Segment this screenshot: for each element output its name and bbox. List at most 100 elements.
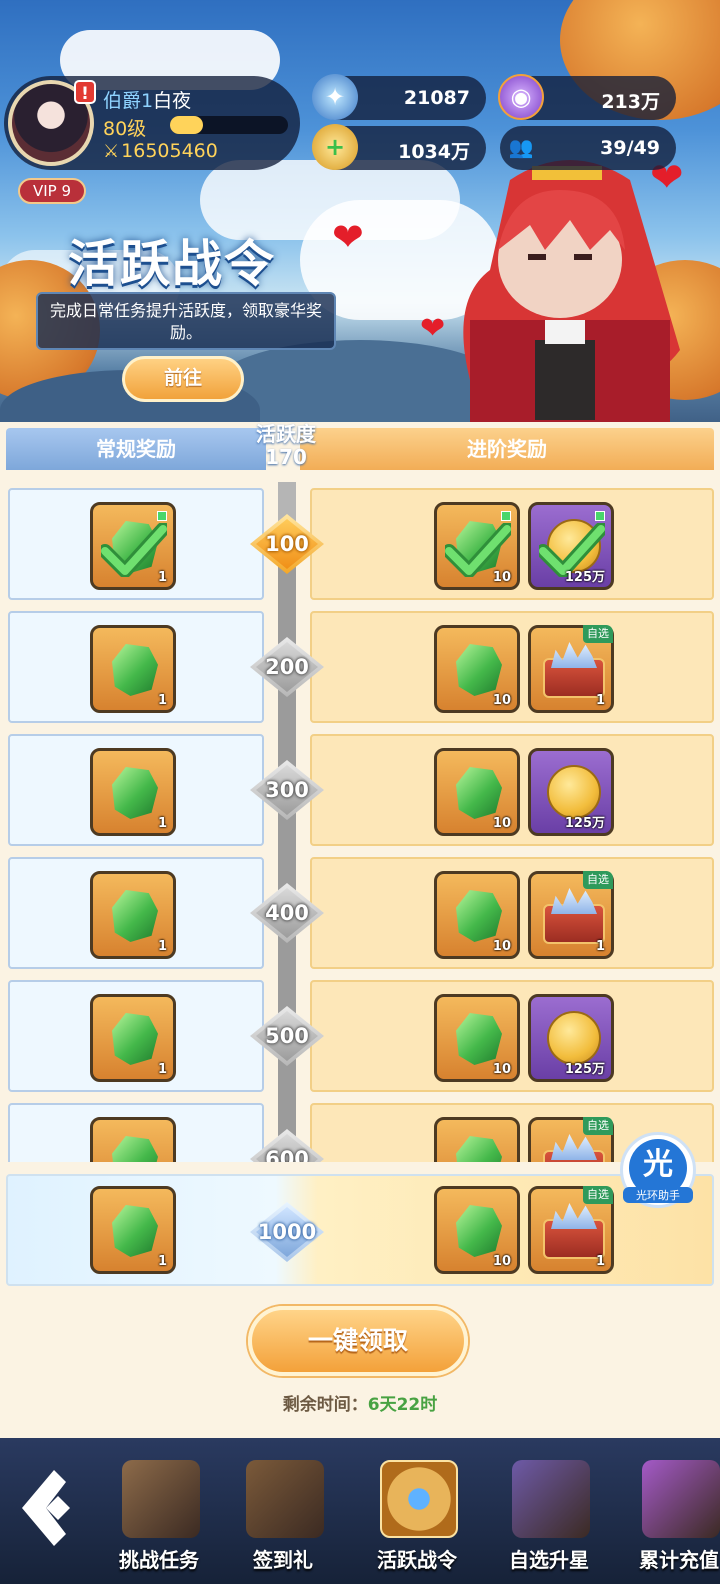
reward-qty: 10: [492, 939, 511, 954]
advanced-chest-reward[interactable]: 自选1: [528, 1117, 614, 1162]
reward-qty: 1: [157, 570, 167, 585]
advanced-gem-reward[interactable]: 10: [434, 871, 520, 959]
vip-badge[interactable]: VIP 9: [18, 178, 86, 204]
advanced-gem-reward[interactable]: 10: [434, 625, 520, 713]
tier-node: 400: [250, 883, 324, 943]
reward-qty: 1: [595, 939, 605, 954]
advanced-chest-reward[interactable]: 自选1: [528, 871, 614, 959]
nav-item-1[interactable]: 签到礼: [228, 1450, 338, 1580]
normal-gem-reward[interactable]: 1: [90, 871, 176, 959]
normal-reward-header: 常规奖励: [6, 428, 266, 470]
activity-badge: 活跃度 170: [238, 418, 334, 484]
claimed-dot: [501, 511, 511, 521]
purple-coin-resource[interactable]: ◉ 213万: [498, 74, 676, 120]
green-gem-icon: [112, 1013, 158, 1065]
green-gem-icon: [456, 1205, 502, 1257]
nav-item-4[interactable]: 累计充值: [624, 1450, 720, 1580]
self-select-tag: 自选: [583, 1117, 613, 1135]
nav-item-0[interactable]: 挑战任务: [104, 1450, 214, 1580]
reward-qty: 1: [157, 939, 167, 954]
tier-threshold: 200: [265, 655, 309, 679]
claimed-check-icon: [445, 523, 511, 577]
purple-coin-icon: ◉: [498, 74, 544, 120]
gold-coin-icon: [547, 1011, 601, 1065]
remaining-value: 6天22时: [367, 1395, 438, 1415]
advanced-coin-reward[interactable]: 125万: [528, 748, 614, 836]
purple-coin-value: 213万: [601, 91, 660, 113]
nav-item-icon: [246, 1460, 324, 1538]
final-advanced-chest[interactable]: 自选 1: [528, 1186, 614, 1274]
tier-node: 300: [250, 760, 324, 820]
self-select-tag: 自选: [583, 1186, 613, 1204]
self-select-tag: 自选: [583, 625, 613, 643]
tier-threshold: 300: [265, 778, 309, 802]
reward-qty: 10: [492, 570, 511, 585]
reward-qty: 1: [157, 1254, 167, 1269]
crystal-pile-icon: [551, 888, 597, 914]
gold-resource[interactable]: + 1034万: [312, 124, 486, 170]
player-name: 伯爵1白夜: [103, 86, 191, 113]
activity-label: 活跃度: [256, 422, 316, 446]
claim-all-button[interactable]: 一键领取: [248, 1306, 468, 1376]
tier-node: 100: [250, 514, 324, 574]
swords-icon: ⚔: [103, 141, 120, 162]
nav-item-2[interactable]: 活跃战令: [362, 1450, 472, 1580]
normal-gem-reward[interactable]: 1: [90, 748, 176, 836]
advanced-coin-reward[interactable]: 125万: [528, 994, 614, 1082]
remaining-label: 剩余时间：: [282, 1395, 368, 1415]
tier-threshold: 600: [265, 1147, 309, 1162]
reward-qty: 1: [595, 1254, 605, 1269]
heart-icon: ❤: [332, 215, 364, 259]
tier-node: 600: [250, 1129, 324, 1162]
event-banner: ❤ ❤ ❤: [0, 0, 720, 430]
gold-coin-icon: +: [312, 124, 358, 170]
final-advanced-gem[interactable]: 10: [434, 1186, 520, 1274]
reward-tier-list[interactable]: 1 100 10 125万 1 200 10 自选 1 1 300 10 125万 1 400 10 自选 1 1 5…: [0, 482, 720, 1162]
gold-coin-icon: [547, 765, 601, 819]
remaining-time: 剩余时间：6天22时: [0, 1390, 720, 1415]
normal-gem-reward[interactable]: 1: [90, 625, 176, 713]
green-gem-icon: [112, 890, 158, 942]
tier-threshold: 500: [265, 1024, 309, 1048]
goto-button[interactable]: 前往: [122, 356, 244, 402]
users-icon: 👥: [508, 135, 534, 159]
nav-item-label: 活跃战令: [377, 1548, 457, 1572]
reward-qty: 10: [492, 693, 511, 708]
nav-item-icon: [642, 1460, 720, 1538]
helper-float-button[interactable]: 光 光环助手: [620, 1132, 696, 1208]
crystal-pile-icon: [551, 1134, 597, 1160]
normal-gem-reward[interactable]: 1: [90, 502, 176, 590]
activity-value: 170: [265, 445, 307, 469]
nav-item-3[interactable]: 自选升星: [494, 1450, 604, 1580]
nav-item-icon: [122, 1460, 200, 1538]
green-gem-icon: [112, 644, 158, 696]
nav-item-icon: [380, 1460, 458, 1538]
advanced-gem-reward[interactable]: 10: [434, 502, 520, 590]
power-value: 16505460: [121, 140, 218, 162]
event-title: 活跃战令: [68, 235, 276, 293]
advanced-chest-reward[interactable]: 自选1: [528, 625, 614, 713]
nav-item-label: 签到礼: [253, 1548, 313, 1572]
player-rank: 伯爵1: [103, 90, 154, 112]
player-level: 80级: [103, 118, 147, 140]
normal-gem-reward[interactable]: 1: [90, 1117, 176, 1162]
advanced-gem-reward[interactable]: 10: [434, 1117, 520, 1162]
crystal-pile-icon: [551, 642, 597, 668]
back-arrow-icon[interactable]: [18, 1466, 78, 1550]
helper-label: 光环助手: [623, 1187, 693, 1203]
green-gem-icon: [456, 644, 502, 696]
final-normal-reward[interactable]: 1: [90, 1186, 176, 1274]
advanced-coin-reward[interactable]: 125万: [528, 502, 614, 590]
nav-item-icon: [512, 1460, 590, 1538]
nav-item-label: 自选升星: [509, 1548, 589, 1572]
green-gem-icon: [456, 1013, 502, 1065]
avatar-alert-badge: !: [74, 80, 96, 104]
normal-gem-reward[interactable]: 1: [90, 994, 176, 1082]
advanced-gem-reward[interactable]: 10: [434, 748, 520, 836]
crystal-resource[interactable]: ✦ 21087: [312, 74, 486, 120]
tier-threshold: 100: [265, 532, 309, 556]
advanced-gem-reward[interactable]: 10: [434, 994, 520, 1082]
tier-node: 200: [250, 637, 324, 697]
guild-resource[interactable]: 👥 39/49: [500, 126, 676, 170]
green-gem-icon: [456, 1136, 502, 1162]
